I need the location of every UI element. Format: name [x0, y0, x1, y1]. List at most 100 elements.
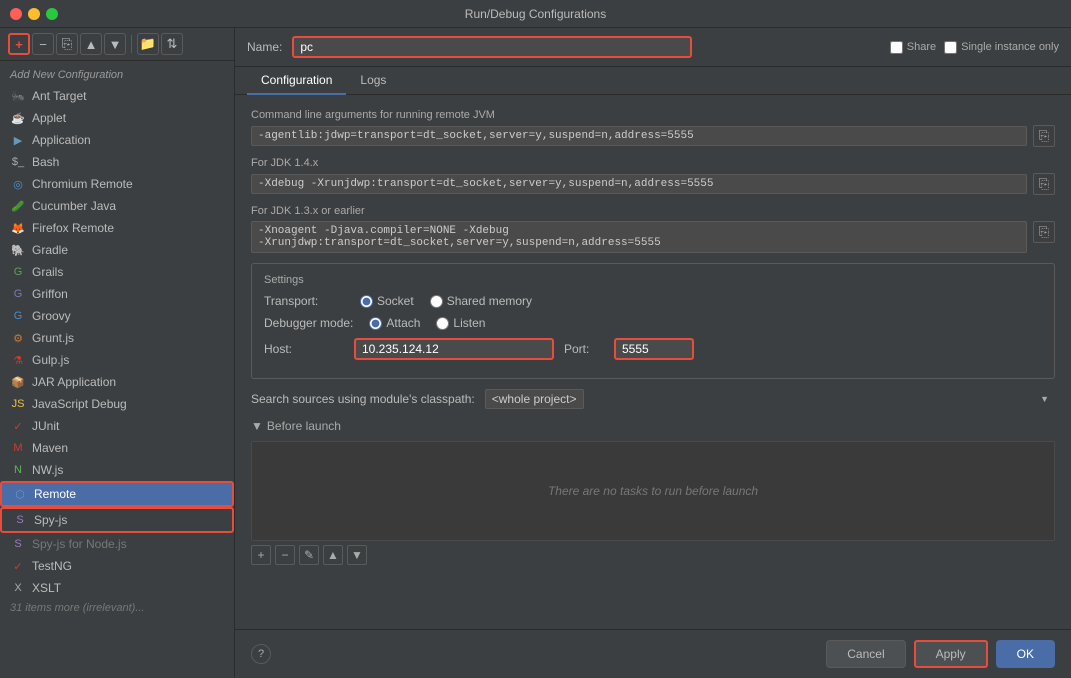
application-icon: ▶	[10, 132, 26, 148]
port-label: Port:	[564, 342, 604, 356]
host-input[interactable]	[354, 338, 554, 360]
sidebar-item-firefox-remote[interactable]: 🦊 Firefox Remote	[0, 217, 234, 239]
before-launch-edit-button[interactable]: ✎	[299, 545, 319, 565]
sidebar-item-maven[interactable]: M Maven	[0, 437, 234, 459]
sidebar-item-testng[interactable]: ✓ TestNG	[0, 555, 234, 577]
sidebar-item-junit[interactable]: ✓ JUnit	[0, 415, 234, 437]
transport-shared-radio[interactable]	[430, 295, 443, 308]
firefox-icon: 🦊	[10, 220, 26, 236]
jdk14-copy-button[interactable]: ⎘	[1033, 173, 1055, 195]
apply-button[interactable]: Apply	[914, 640, 988, 668]
sidebar-label-nwjs: NW.js	[32, 463, 63, 477]
sidebar-label-gradle: Gradle	[32, 243, 68, 257]
move-up-button[interactable]: ▲	[80, 33, 102, 55]
sidebar-item-application[interactable]: ▶ Application	[0, 129, 234, 151]
sidebar-item-cucumber-java[interactable]: 🥒 Cucumber Java	[0, 195, 234, 217]
sidebar-item-gradle[interactable]: 🐘 Gradle	[0, 239, 234, 261]
sidebar-item-gulp-js[interactable]: ⚗ Gulp.js	[0, 349, 234, 371]
sidebar-label-maven: Maven	[32, 441, 68, 455]
ok-button[interactable]: OK	[996, 640, 1055, 668]
sidebar-item-griffon[interactable]: G Griffon	[0, 283, 234, 305]
bottom-bar: ? Cancel Apply OK	[235, 629, 1071, 678]
minimize-button[interactable]	[28, 8, 40, 20]
junit-icon: ✓	[10, 418, 26, 434]
sidebar-item-grails[interactable]: G Grails	[0, 261, 234, 283]
sidebar-add-new-label: Add New Configuration	[0, 65, 234, 85]
name-input[interactable]	[292, 36, 692, 58]
sidebar-item-spy-js[interactable]: S Spy-js	[0, 507, 234, 533]
sidebar-label-applet: Applet	[32, 111, 66, 125]
sidebar-label-application: Application	[32, 133, 91, 147]
sidebar-item-remote[interactable]: ⬡ Remote	[0, 481, 234, 507]
maximize-button[interactable]	[46, 8, 58, 20]
sidebar-item-groovy[interactable]: G Groovy	[0, 305, 234, 327]
cmd-jvm-label: Command line arguments for running remot…	[251, 109, 1055, 121]
copy-configuration-button[interactable]: ⎘	[56, 33, 78, 55]
tab-logs[interactable]: Logs	[346, 67, 400, 95]
add-configuration-button[interactable]: +	[8, 33, 30, 55]
help-button[interactable]: ?	[251, 644, 271, 664]
jdk14-input[interactable]	[251, 174, 1027, 194]
cancel-button[interactable]: Cancel	[826, 640, 905, 668]
applet-icon: ☕	[10, 110, 26, 126]
sidebar-item-bash[interactable]: $_ Bash	[0, 151, 234, 173]
nwjs-icon: N	[10, 462, 26, 478]
before-launch-down-button[interactable]: ▼	[347, 545, 367, 565]
sidebar-item-jar-application[interactable]: 📦 JAR Application	[0, 371, 234, 393]
before-launch-add-button[interactable]: +	[251, 545, 271, 565]
cucumber-icon: 🥒	[10, 198, 26, 214]
jdk13-input[interactable]: -Xnoagent -Djava.compiler=NONE -Xdebug -…	[251, 221, 1027, 253]
tab-configuration[interactable]: Configuration	[247, 67, 346, 95]
debugger-mode-row: Debugger mode: Attach Listen	[264, 316, 1042, 330]
cmd-jvm-copy-button[interactable]: ⎘	[1033, 125, 1055, 147]
before-launch-label: Before launch	[267, 419, 341, 433]
window-controls[interactable]	[10, 8, 58, 20]
single-instance-label: Single instance only	[961, 41, 1059, 53]
sidebar-item-chromium-remote[interactable]: ◎ Chromium Remote	[0, 173, 234, 195]
transport-socket-option: Socket	[360, 294, 414, 308]
port-input[interactable]	[614, 338, 694, 360]
js-debug-icon: JS	[10, 396, 26, 412]
sidebar: + − ⎘ ▲ ▼ 📁 ⇅ Add New Configuration 🐜 An…	[0, 28, 235, 678]
before-launch-remove-button[interactable]: −	[275, 545, 295, 565]
debugger-attach-radio[interactable]	[369, 317, 382, 330]
jdk13-row: -Xnoagent -Djava.compiler=NONE -Xdebug -…	[251, 221, 1055, 253]
help-section: ?	[251, 644, 271, 664]
remove-configuration-button[interactable]: −	[32, 33, 54, 55]
sidebar-item-nwjs[interactable]: N NW.js	[0, 459, 234, 481]
single-instance-checkbox[interactable]	[944, 41, 957, 54]
testng-icon: ✓	[10, 558, 26, 574]
sidebar-item-ant-target[interactable]: 🐜 Ant Target	[0, 85, 234, 107]
jdk13-copy-button[interactable]: ⎘	[1033, 221, 1055, 243]
sidebar-item-grunt-js[interactable]: ⚙ Grunt.js	[0, 327, 234, 349]
sidebar-label-xslt: XSLT	[32, 581, 61, 595]
transport-socket-radio[interactable]	[360, 295, 373, 308]
before-launch-chevron-icon: ▼	[251, 419, 263, 433]
sidebar-item-javascript-debug[interactable]: JS JavaScript Debug	[0, 393, 234, 415]
share-label: Share	[907, 41, 936, 53]
share-checkbox[interactable]	[890, 41, 903, 54]
host-port-row: Host: Port:	[264, 338, 1042, 360]
debugger-mode-label: Debugger mode:	[264, 316, 353, 330]
config-content: Command line arguments for running remot…	[235, 95, 1071, 629]
grunt-icon: ⚙	[10, 330, 26, 346]
cmd-jvm-input[interactable]	[251, 126, 1027, 146]
before-launch-header[interactable]: ▼ Before launch	[251, 419, 1055, 433]
toolbar-separator	[131, 35, 132, 53]
before-launch-up-button[interactable]: ▲	[323, 545, 343, 565]
source-select[interactable]: <whole project> All modules Custom	[485, 389, 584, 409]
groovy-icon: G	[10, 308, 26, 324]
sidebar-item-xslt[interactable]: X XSLT	[0, 577, 234, 599]
close-button[interactable]	[10, 8, 22, 20]
griffon-icon: G	[10, 286, 26, 302]
spy-js-node-icon: S	[10, 536, 26, 552]
folder-button[interactable]: 📁	[137, 33, 159, 55]
debugger-attach-label: Attach	[386, 316, 420, 330]
sort-button[interactable]: ⇅	[161, 33, 183, 55]
move-down-button[interactable]: ▼	[104, 33, 126, 55]
sidebar-item-spy-js-node[interactable]: S Spy-js for Node.js	[0, 533, 234, 555]
debugger-listen-radio[interactable]	[436, 317, 449, 330]
sidebar-item-applet[interactable]: ☕ Applet	[0, 107, 234, 129]
name-label: Name:	[247, 40, 282, 54]
sidebar-more-items[interactable]: 31 items more (irrelevant)...	[0, 599, 234, 617]
